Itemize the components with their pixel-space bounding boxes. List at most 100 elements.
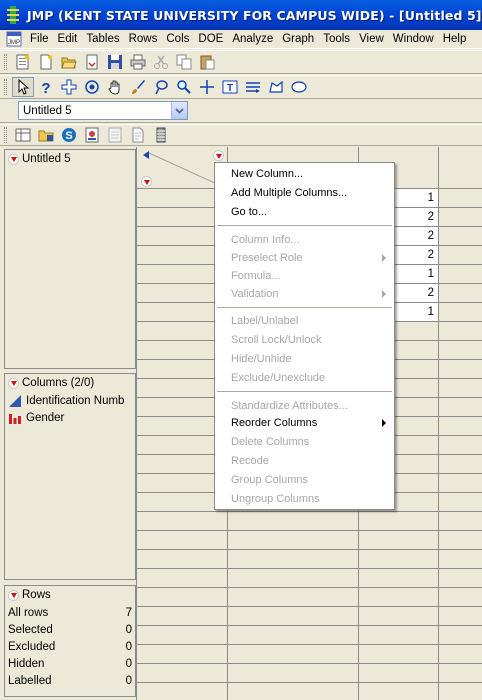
rows-stat-hidden[interactable]: Hidden 0 xyxy=(5,655,135,672)
jmp-document-icon[interactable]: JMP xyxy=(6,31,22,47)
menu-tables[interactable]: Tables xyxy=(82,33,124,45)
empty-cell[interactable] xyxy=(439,189,482,208)
save-button[interactable] xyxy=(104,52,126,72)
gender-cell[interactable] xyxy=(359,550,439,569)
menu-window[interactable]: Window xyxy=(389,33,439,45)
columns-disclosure-icon[interactable] xyxy=(213,150,224,161)
menu-item-group-columns[interactable]: Group Columns xyxy=(215,471,394,489)
empty-cell[interactable] xyxy=(439,379,482,398)
identification-number-cell[interactable] xyxy=(228,607,359,626)
identification-number-cell[interactable] xyxy=(228,512,359,531)
identification-number-cell[interactable] xyxy=(228,626,359,645)
empty-cell[interactable] xyxy=(439,683,482,700)
gender-cell[interactable] xyxy=(359,626,439,645)
identification-number-cell[interactable] xyxy=(228,531,359,550)
menu-item-exclude-unexclude[interactable]: Exclude/Unexclude xyxy=(215,369,394,387)
menu-item-preselect-role[interactable]: Preselect Role xyxy=(215,249,394,267)
polygon-tool-button[interactable] xyxy=(265,77,287,97)
empty-cell[interactable] xyxy=(439,607,482,626)
menu-item-add-multiple-columns[interactable]: Add Multiple Columns... xyxy=(215,184,394,202)
gender-cell[interactable] xyxy=(359,569,439,588)
empty-cell[interactable] xyxy=(439,550,482,569)
menu-item-recode[interactable]: Recode xyxy=(215,452,394,470)
gender-cell[interactable] xyxy=(359,645,439,664)
toolbar-grip[interactable] xyxy=(4,79,7,95)
menu-doe[interactable]: DOE xyxy=(194,33,228,45)
selection-tool-button[interactable] xyxy=(58,77,80,97)
empty-cell[interactable] xyxy=(439,208,482,227)
new-script-button[interactable] xyxy=(35,52,57,72)
empty-cell[interactable] xyxy=(439,417,482,436)
menu-view[interactable]: View xyxy=(355,33,389,45)
title-bar[interactable]: JMP (KENT STATE UNIVERSITY FOR CAMPUS WI… xyxy=(0,0,482,30)
menu-item-formula[interactable]: Formula... xyxy=(215,267,394,285)
row-header-cell[interactable] xyxy=(137,645,228,664)
empty-cell[interactable] xyxy=(439,626,482,645)
menu-cols[interactable]: Cols xyxy=(162,33,194,45)
menu-item-ungroup-columns[interactable]: Ungroup Columns xyxy=(215,490,394,508)
empty-cell[interactable] xyxy=(439,455,482,474)
empty-cell[interactable] xyxy=(439,474,482,493)
disclosure-triangle-icon[interactable] xyxy=(8,589,19,601)
empty-cell[interactable] xyxy=(439,664,482,683)
row-header-cell[interactable] xyxy=(137,664,228,683)
identification-number-cell[interactable] xyxy=(228,645,359,664)
copy-button[interactable] xyxy=(173,52,195,72)
jmp-starter-button[interactable] xyxy=(12,125,34,145)
row-header-cell[interactable] xyxy=(137,588,228,607)
line-tool-button[interactable] xyxy=(242,77,264,97)
empty-cell[interactable] xyxy=(439,284,482,303)
chevron-down-icon[interactable] xyxy=(171,102,187,119)
menu-item-standardize-attributes[interactable]: Standardize Attributes... xyxy=(215,397,394,415)
empty-cell[interactable] xyxy=(439,227,482,246)
disclosure-triangle-icon[interactable] xyxy=(8,377,19,389)
menu-item-column-info[interactable]: Column Info... xyxy=(215,231,394,249)
menu-item-new-column[interactable]: New Column... xyxy=(215,165,394,183)
row-header-cell[interactable] xyxy=(137,626,228,645)
gender-cell[interactable] xyxy=(359,683,439,700)
menu-tools[interactable]: Tools xyxy=(319,33,355,45)
rows-stat-all[interactable]: All rows 7 xyxy=(5,604,135,621)
menu-item-hide-unhide[interactable]: Hide/Unhide xyxy=(215,350,394,368)
crosshair-tool-button[interactable] xyxy=(196,77,218,97)
help-tool-button[interactable]: ? xyxy=(35,77,57,97)
print-button[interactable] xyxy=(127,52,149,72)
empty-cell[interactable] xyxy=(439,398,482,417)
menu-item-go-to[interactable]: Go to... xyxy=(215,203,394,221)
menu-item-scroll-lock[interactable]: Scroll Lock/Unlock xyxy=(215,331,394,349)
row-header-cell[interactable] xyxy=(137,683,228,700)
empty-cell[interactable] xyxy=(439,303,482,322)
gender-cell[interactable] xyxy=(359,512,439,531)
new-data-table-button[interactable] xyxy=(12,52,34,72)
gender-cell[interactable] xyxy=(359,607,439,626)
identification-number-cell[interactable] xyxy=(228,569,359,588)
menu-item-validation[interactable]: Validation xyxy=(215,285,394,303)
sas-button[interactable]: S xyxy=(58,125,80,145)
empty-cell[interactable] xyxy=(439,436,482,455)
empty-cell[interactable] xyxy=(439,512,482,531)
cut-button[interactable] xyxy=(150,52,172,72)
identification-number-cell[interactable] xyxy=(228,664,359,683)
empty-cell[interactable] xyxy=(439,360,482,379)
table-selector-dropdown[interactable]: Untitled 5 xyxy=(18,101,188,120)
columns-panel-header[interactable]: Columns (2/0) xyxy=(5,374,135,392)
empty-cell[interactable] xyxy=(439,322,482,341)
gender-cell[interactable] xyxy=(359,588,439,607)
empty-cell[interactable] xyxy=(439,246,482,265)
column-list-item[interactable]: Identification Numb xyxy=(5,392,135,409)
menu-item-delete-columns[interactable]: Delete Columns xyxy=(215,433,394,451)
gender-cell[interactable] xyxy=(359,664,439,683)
script-button[interactable] xyxy=(127,125,149,145)
menu-graph[interactable]: Graph xyxy=(278,33,319,45)
row-header-cell[interactable] xyxy=(137,607,228,626)
annotate-tool-button[interactable]: T xyxy=(219,77,241,97)
rows-disclosure-icon[interactable] xyxy=(141,176,152,187)
menu-file[interactable]: File xyxy=(26,33,54,45)
rows-panel-header[interactable]: Rows xyxy=(5,586,135,604)
menu-item-label-unlabel[interactable]: Label/Unlabel xyxy=(215,312,394,330)
column-list-item[interactable]: Gender xyxy=(5,409,135,426)
scroller-tool-button[interactable] xyxy=(81,77,103,97)
empty-cell[interactable] xyxy=(439,493,482,512)
empty-cell[interactable] xyxy=(439,588,482,607)
lasso-tool-button[interactable] xyxy=(150,77,172,97)
